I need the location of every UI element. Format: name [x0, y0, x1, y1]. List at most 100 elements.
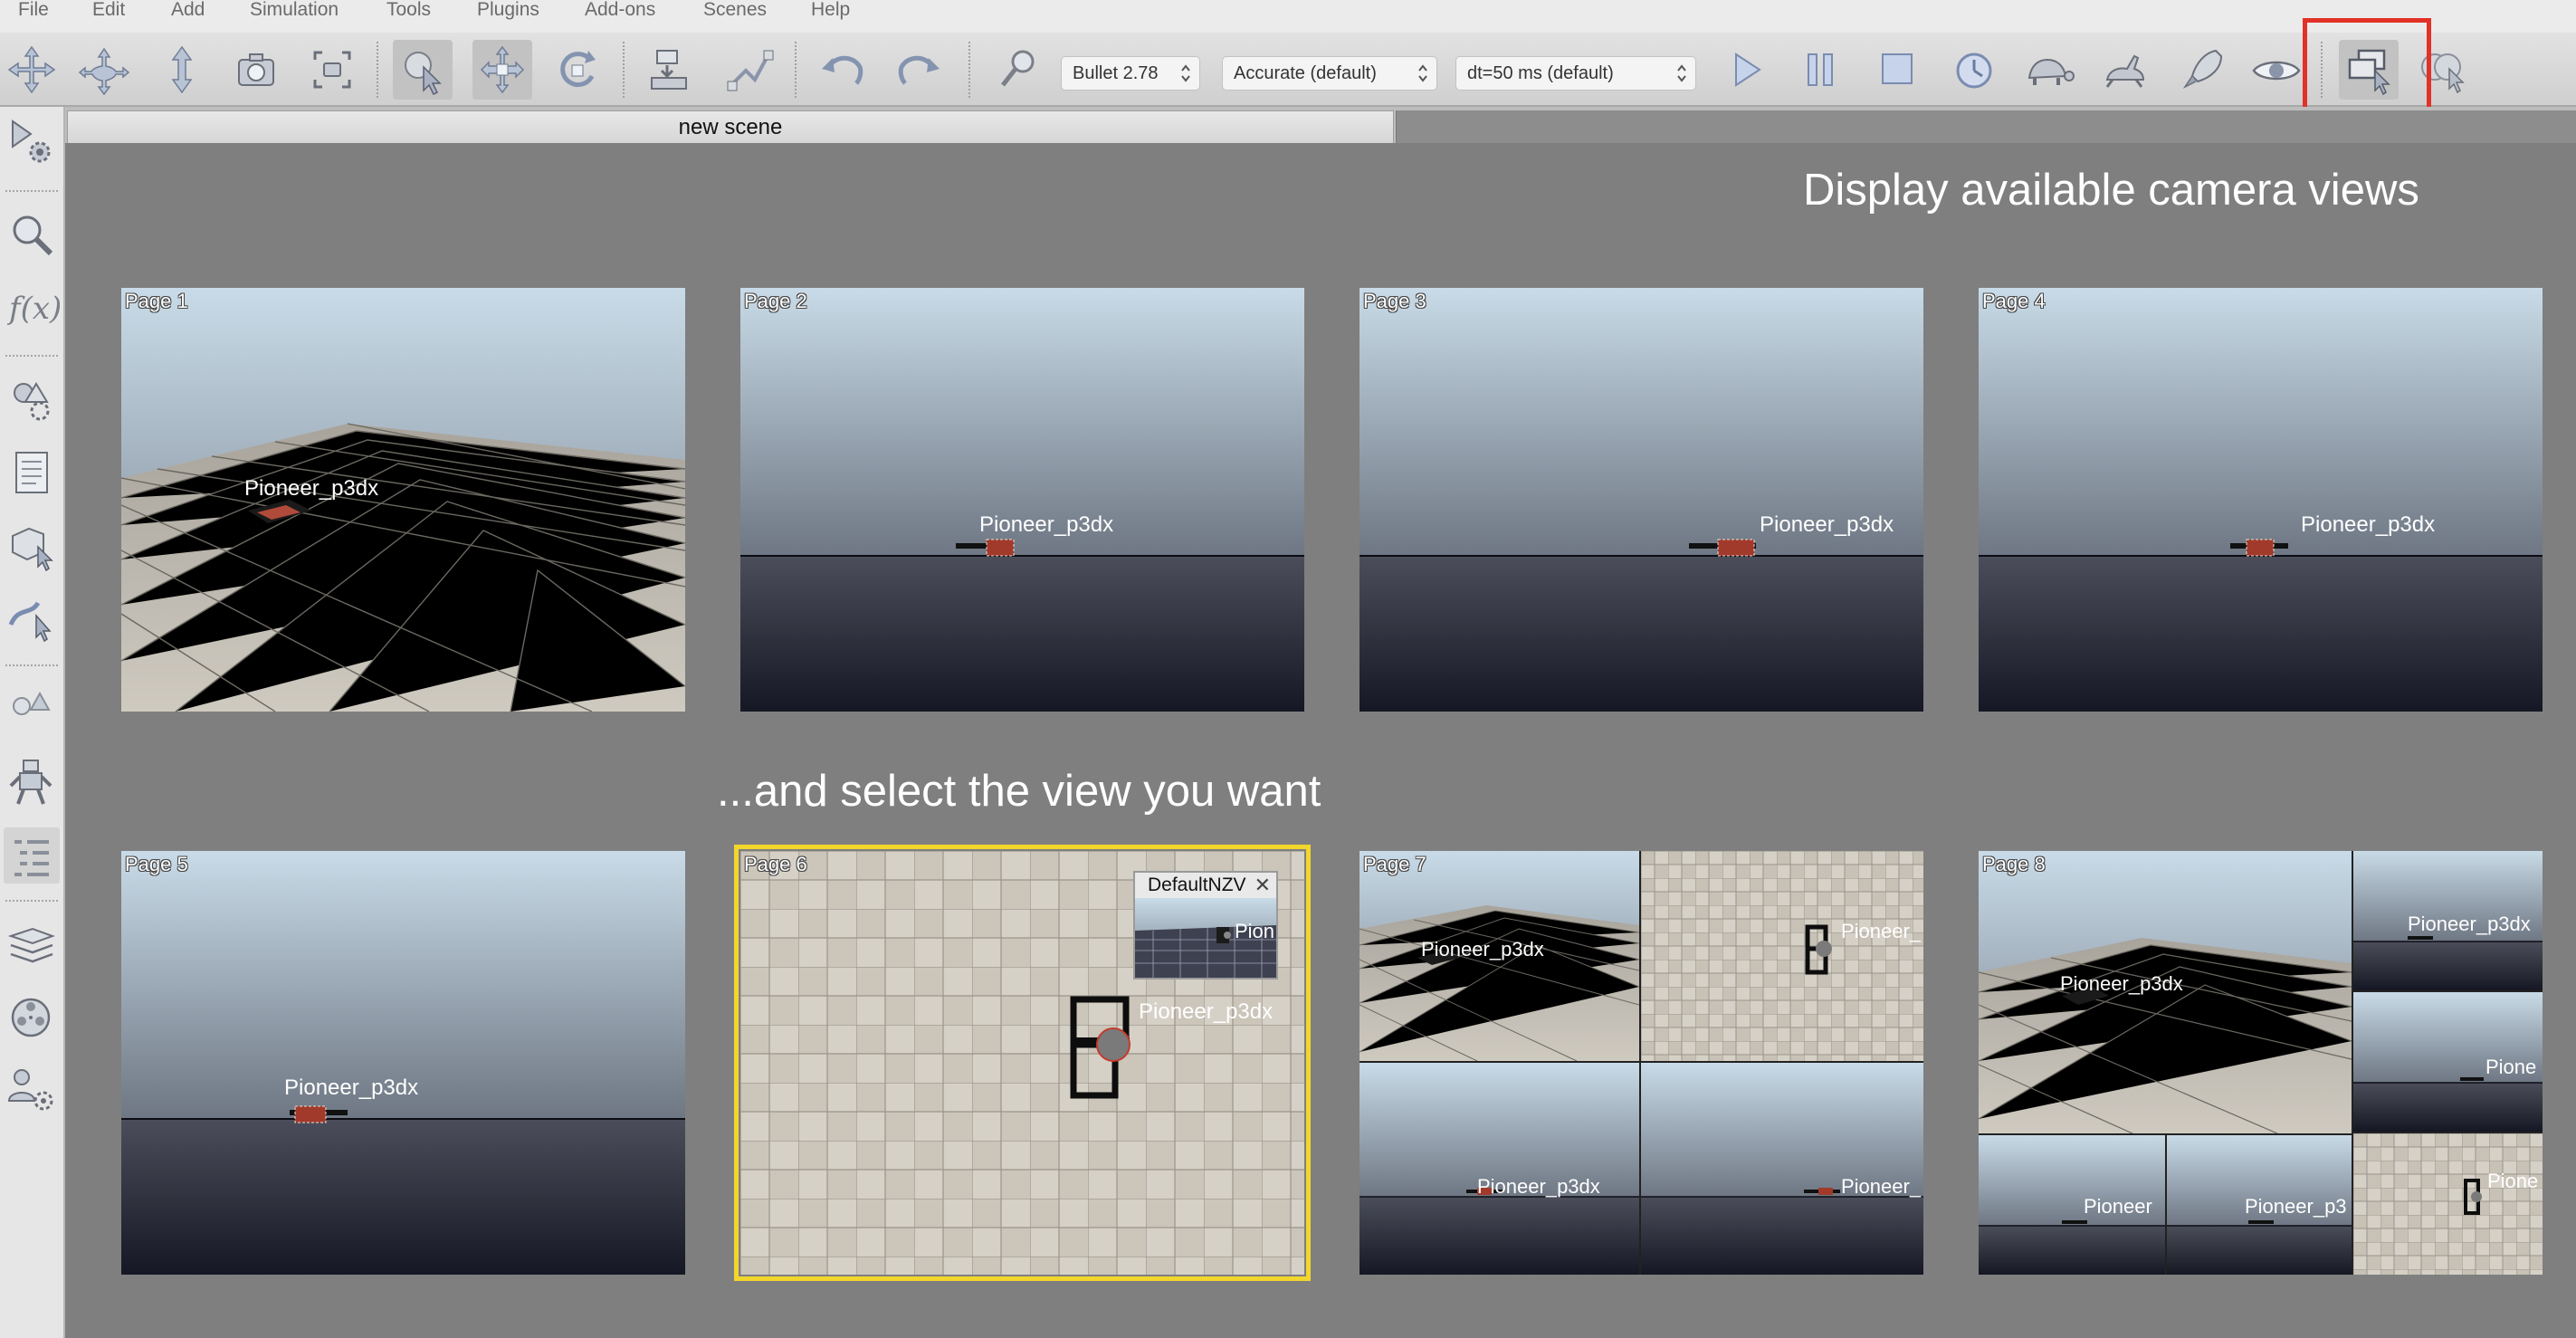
realtime-button[interactable] — [1944, 40, 2004, 100]
rabbit-icon — [2105, 54, 2145, 88]
start-simulation-button[interactable] — [1716, 40, 1776, 100]
camera-view-front — [1360, 1063, 1639, 1275]
camera-shift-button[interactable] — [152, 40, 212, 100]
page-label: Page 8 — [1982, 853, 2046, 875]
model-browser-button[interactable] — [4, 206, 60, 263]
camera-view-back — [1979, 288, 2543, 712]
menu-add[interactable]: Add — [171, 0, 205, 22]
page-label: Page 6 — [744, 853, 807, 875]
scene-hierarchy-button[interactable] — [4, 827, 60, 884]
scene-tab[interactable]: new scene — [67, 110, 1394, 143]
toolbar-separator — [795, 42, 797, 98]
simulation-settings-button[interactable] — [990, 40, 1050, 100]
page-thumbnail-4[interactable]: Pioneer_p3dx Page 4 — [1979, 288, 2543, 712]
page-label: Page 2 — [744, 290, 807, 312]
scene-tab-bar: new scene — [65, 107, 2576, 143]
simulation-settings-sidebar-button[interactable] — [4, 114, 60, 170]
engine-accuracy-select[interactable]: Accurate (default) — [1222, 56, 1437, 91]
robot-label: Pioneer_p3dx — [1139, 999, 1274, 1024]
robot-label: Pioneer_ — [1841, 1175, 1922, 1198]
menu-addons[interactable]: Add-ons — [585, 0, 655, 22]
camera-fit-button[interactable] — [226, 40, 286, 100]
page-thumbnail-2[interactable]: Pioneer_p3dx Page 2 — [740, 288, 1304, 712]
robot-icon — [9, 760, 52, 805]
menu-scenes[interactable]: Scenes — [703, 0, 767, 22]
slow-down-button[interactable] — [2018, 40, 2078, 100]
close-icon[interactable]: ✕ — [1255, 874, 1271, 896]
camera-view-top — [2353, 1133, 2543, 1275]
menu-edit[interactable]: Edit — [92, 0, 125, 22]
object-rotate-button[interactable] — [549, 40, 608, 100]
chevron-updown-icon — [1418, 64, 1427, 82]
object-select-button[interactable] — [4, 516, 60, 572]
object-shift-button[interactable] — [472, 40, 532, 100]
turtle-icon — [2027, 58, 2075, 85]
robot-label: Pioneer_ — [1841, 920, 1922, 942]
video-recorder-button[interactable] — [4, 989, 60, 1045]
camera-view-top — [1641, 851, 1923, 1061]
collections-button[interactable] — [4, 681, 60, 737]
fit-to-view-button[interactable] — [302, 40, 362, 100]
rocket-icon — [2182, 49, 2223, 89]
page-thumbnail-5[interactable]: Pioneer_p3dx Page 5 — [121, 851, 685, 1275]
page-label: Page 5 — [125, 853, 188, 875]
caption-select-view: ...and select the view you want — [717, 767, 1321, 816]
menu-tools[interactable]: Tools — [386, 0, 431, 22]
page-thumbnail-6[interactable]: Pioneer_p3dx Page 6 DefaultNZV ✕ Pion — [734, 845, 1311, 1281]
play-icon — [1735, 53, 1761, 87]
robot-label: Pioneer_p3 — [2245, 1195, 2347, 1218]
shapes-gear-icon — [14, 382, 50, 421]
assemble-button[interactable] — [641, 40, 701, 100]
robot-label: Pioneer_p3dx — [2408, 913, 2531, 935]
timestep-value: dt=50 ms (default) — [1467, 63, 1614, 83]
menu-plugins[interactable]: Plugins — [477, 0, 539, 22]
transfer-dna-icon — [727, 50, 774, 91]
undo-button[interactable] — [813, 40, 873, 100]
pause-icon — [1808, 53, 1833, 86]
user-gear-icon — [7, 1069, 53, 1111]
robot-label: Pioneer_p3dx — [284, 1075, 419, 1100]
physics-engine-value: Bullet 2.78 — [1073, 63, 1159, 83]
camera-view-side — [1360, 288, 1923, 712]
toolbar: Bullet 2.78 Accurate (default) dt=50 ms … — [0, 33, 2576, 107]
stop-simulation-button[interactable] — [1866, 40, 1926, 100]
speed-up-button[interactable] — [2094, 40, 2154, 100]
camera-view-front — [740, 288, 1304, 712]
camera-pan-button[interactable] — [2, 40, 62, 100]
page-thumbnail-3[interactable]: Pioneer_p3dx Page 3 — [1360, 288, 1923, 712]
scene-object-properties-button[interactable] — [4, 444, 60, 500]
page-thumbnail-8[interactable]: Pioneer_p3dx Pioneer_p3dx Pione Pioneer … — [1979, 851, 2543, 1275]
model-button[interactable] — [4, 753, 60, 809]
shape-edit-button[interactable] — [4, 371, 60, 427]
camera-rotate-button[interactable] — [74, 40, 134, 100]
timestep-select[interactable]: dt=50 ms (default) — [1455, 56, 1696, 91]
updown-arrow-icon — [171, 45, 193, 94]
threaded-rendering-button[interactable] — [2172, 40, 2232, 100]
toolbar-separator — [623, 42, 625, 98]
page-label: Page 4 — [1982, 290, 2046, 312]
shapes-icon — [13, 691, 51, 715]
robot-label: Pioneer — [2084, 1195, 2152, 1218]
layers-button[interactable] — [4, 916, 60, 972]
pause-simulation-button[interactable] — [1790, 40, 1850, 100]
hierarchy-list-icon — [14, 840, 49, 876]
robot-label: Pioneer_p3dx — [2060, 972, 2183, 995]
path-edit-button[interactable] — [4, 588, 60, 645]
page-thumbnail-7[interactable]: Pioneer_p3dx Pioneer_ Pioneer_p3dx Pione… — [1360, 851, 1923, 1275]
user-settings-button[interactable] — [4, 1061, 60, 1117]
menu-file[interactable]: File — [18, 0, 49, 22]
scripts-button[interactable]: f(x) — [4, 279, 60, 335]
toggle-visualization-button[interactable] — [2247, 40, 2306, 100]
camera-view-side — [1641, 1063, 1923, 1275]
redo-button[interactable] — [889, 40, 949, 100]
physics-engine-select[interactable]: Bullet 2.78 — [1061, 56, 1200, 91]
transfer-dna-button[interactable] — [719, 40, 778, 100]
menu-bar: File Edit Add Simulation Tools Plugins A… — [0, 0, 2576, 33]
menu-help[interactable]: Help — [811, 0, 850, 22]
menu-simulation[interactable]: Simulation — [250, 0, 339, 22]
sidebar-separator — [5, 355, 58, 357]
robot-label: Pioneer_p3dx — [244, 476, 379, 501]
select-object-button[interactable] — [393, 40, 453, 100]
floating-view-window[interactable]: DefaultNZV ✕ Pion — [1133, 871, 1278, 980]
page-thumbnail-1[interactable]: Pioneer_p3dx Page 1 — [121, 288, 685, 712]
